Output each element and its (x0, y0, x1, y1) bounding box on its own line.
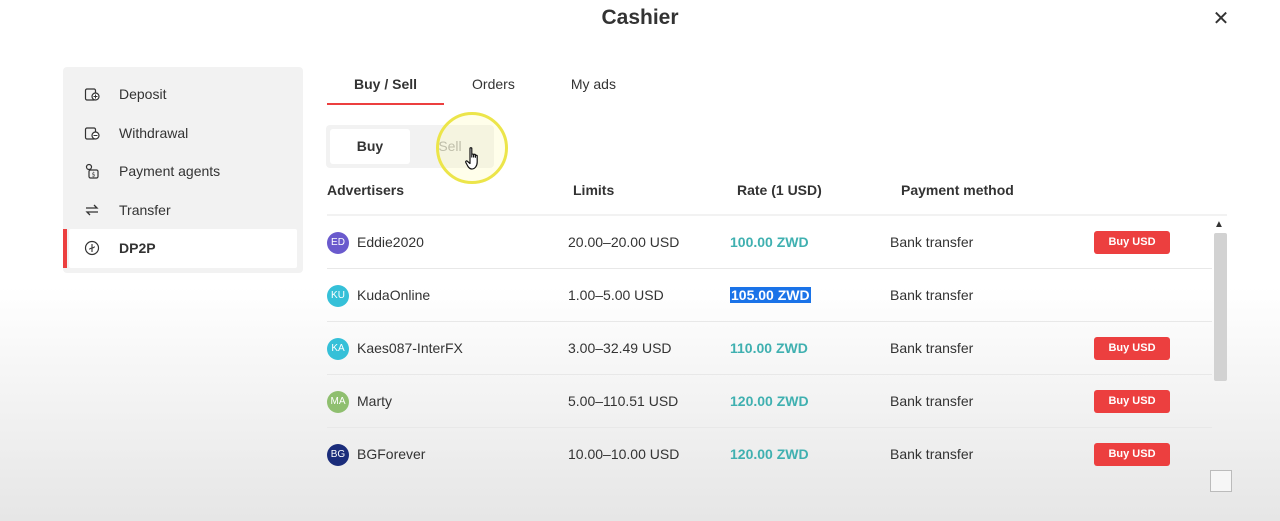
payment-method-cell: Bank transfer (890, 393, 974, 409)
scroll-up-arrow-icon[interactable]: ▲ (1214, 219, 1224, 230)
sidebar-item-label: DP2P (119, 240, 156, 257)
avatar: MA (327, 391, 349, 413)
broken-image-icon (1210, 470, 1232, 492)
rate-cell: 100.00 ZWD (730, 234, 809, 250)
payment-method-cell: Bank transfer (890, 340, 974, 356)
avatar: KU (327, 285, 349, 307)
header-limits: Limits (573, 182, 615, 198)
limits-cell: 5.00–110.51 USD (568, 393, 679, 409)
avatar: BG (327, 444, 349, 466)
header-advertisers: Advertisers (327, 182, 405, 198)
close-icon[interactable]: ✕ (1208, 8, 1234, 30)
limits-cell: 20.00–20.00 USD (568, 234, 680, 250)
limits-cell: 3.00–32.49 USD (568, 340, 672, 356)
payment-method-cell: Bank transfer (890, 287, 974, 303)
header-rate: Rate (1 USD) (737, 182, 822, 198)
avatar: KA (327, 338, 349, 360)
header-payment-method: Payment method (901, 182, 1014, 198)
rate-cell: 120.00 ZWD (730, 393, 809, 409)
modal-title: Cashier (601, 6, 679, 29)
payment-method-cell: Bank transfer (890, 446, 974, 462)
advertiser-name[interactable]: Kaes087-InterFX (357, 322, 463, 374)
buy-usd-button[interactable]: Buy USD (1094, 390, 1170, 413)
sidebar-item-dp2p[interactable]: DP2P (63, 229, 297, 268)
sidebar-item-label: Transfer (119, 201, 171, 218)
buy-usd-button[interactable]: Buy USD (1094, 443, 1170, 466)
table-row: KA Kaes087-InterFX 3.00–32.49 USD 110.00… (327, 322, 1212, 375)
buy-sell-toggle: Buy Sell (326, 125, 494, 168)
table-header: Advertisers Limits Rate (1 USD) Payment … (327, 182, 1227, 202)
scrollbar-thumb[interactable] (1214, 233, 1227, 381)
sell-toggle-button[interactable]: Sell (410, 129, 490, 164)
tab-my-ads[interactable]: My ads (543, 70, 644, 105)
svg-text:$: $ (92, 172, 96, 179)
selected-rate-text: 105.00 ZWD (730, 287, 811, 303)
sidebar-item-label: Deposit (119, 86, 167, 103)
advertiser-name[interactable]: KudaOnline (357, 269, 430, 321)
dp2p-icon (83, 239, 101, 257)
sidebar-item-payment-agents[interactable]: $ Payment agents (69, 152, 297, 191)
tab-buy-sell[interactable]: Buy / Sell (327, 70, 445, 105)
advertiser-name[interactable]: BGForever (357, 428, 425, 480)
payment-method-cell: Bank transfer (890, 234, 974, 250)
rate-cell: 110.00 ZWD (730, 340, 808, 356)
buy-usd-button[interactable]: Buy USD (1094, 231, 1170, 254)
advertiser-name[interactable]: Eddie2020 (357, 216, 424, 268)
sidebar-item-label: Withdrawal (119, 124, 189, 141)
cashier-sidebar: Deposit Withdrawal $ Payment agents Tran… (63, 67, 303, 273)
withdrawal-icon (83, 124, 101, 142)
table-row: ED Eddie2020 20.00–20.00 USD 100.00 ZWD … (327, 216, 1212, 269)
limits-cell: 10.00–10.00 USD (568, 446, 680, 462)
sidebar-item-withdrawal[interactable]: Withdrawal (69, 114, 297, 153)
deposit-icon (83, 85, 101, 103)
buy-usd-button[interactable]: Buy USD (1094, 337, 1170, 360)
limits-cell: 1.00–5.00 USD (568, 287, 664, 303)
payment-agents-icon: $ (83, 162, 101, 180)
transfer-icon (83, 201, 101, 219)
sidebar-item-deposit[interactable]: Deposit (69, 75, 297, 114)
avatar: ED (327, 232, 349, 254)
rate-cell: 120.00 ZWD (730, 446, 809, 462)
table-row: KU KudaOnline 1.00–5.00 USD 105.00 ZWD B… (327, 269, 1212, 322)
sidebar-item-label: Payment agents (119, 163, 221, 180)
table-row: BG BGForever 10.00–10.00 USD 120.00 ZWD … (327, 428, 1212, 481)
advertisers-table: ED Eddie2020 20.00–20.00 USD 100.00 ZWD … (327, 216, 1212, 481)
tab-bar: Buy / Sell Orders My ads (327, 70, 644, 105)
table-row: MA Marty 5.00–110.51 USD 120.00 ZWD Bank… (327, 375, 1212, 428)
advertiser-name[interactable]: Marty (357, 375, 392, 427)
buy-toggle-button[interactable]: Buy (330, 129, 410, 164)
tab-orders[interactable]: Orders (444, 70, 543, 105)
sidebar-item-transfer[interactable]: Transfer (69, 191, 297, 230)
rate-cell: 105.00 ZWD (730, 269, 811, 321)
